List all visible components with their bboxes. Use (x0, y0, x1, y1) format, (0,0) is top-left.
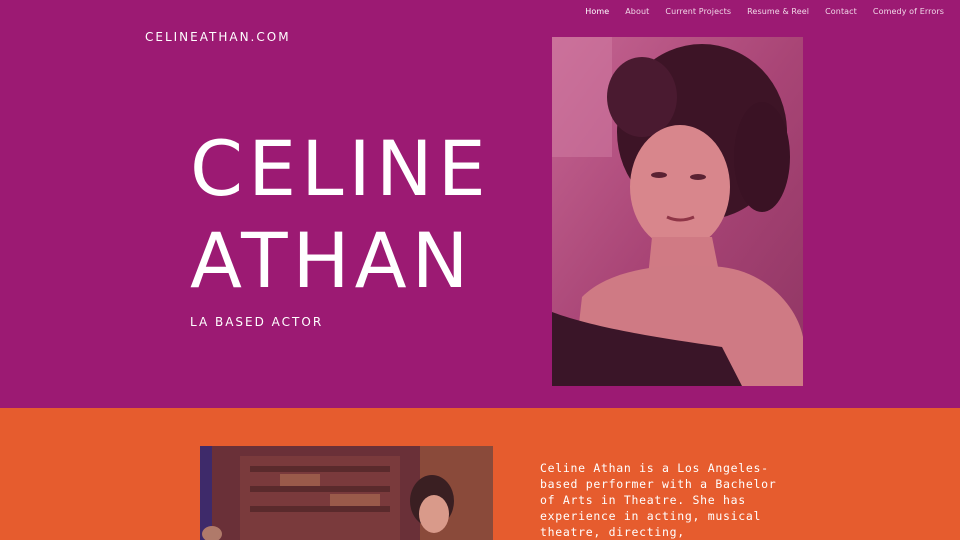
hero-name-first: CELINE (190, 124, 491, 213)
hero-tagline: LA BASED ACTOR (190, 315, 324, 329)
bio-text: Celine Athan is a Los Angeles-based perf… (540, 461, 777, 539)
headshot-photo (552, 37, 803, 386)
nav-current-projects[interactable]: Current Projects (657, 7, 739, 17)
nav-contact[interactable]: Contact (817, 7, 865, 17)
nav-home[interactable]: Home (577, 7, 617, 17)
main-nav: Home About Current Projects Resume & Ree… (577, 7, 952, 17)
nav-about[interactable]: About (617, 7, 657, 17)
nav-comedy-of-errors[interactable]: Comedy of Errors (865, 7, 952, 17)
site-logo[interactable]: CELINEATHAN.COM (145, 30, 291, 44)
hero-name-last: ATHAN (190, 216, 474, 305)
nav-resume-reel[interactable]: Resume & Reel (739, 7, 817, 17)
stage-production-photo (200, 446, 493, 540)
hero-section: Home About Current Projects Resume & Ree… (0, 0, 960, 408)
